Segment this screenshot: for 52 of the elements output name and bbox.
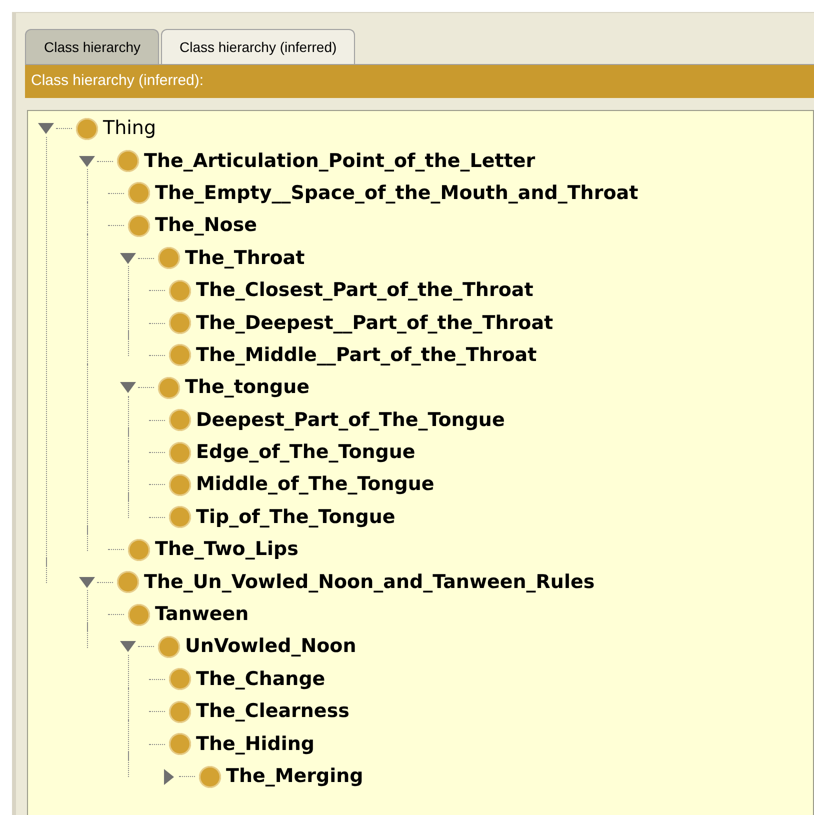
tab[interactable]: Class hierarchy (inferred) — [161, 29, 355, 64]
class-icon — [117, 150, 139, 172]
tree-item[interactable]: Edge_of_The_Tongue — [196, 443, 416, 462]
tree-item[interactable]: The_tongue — [185, 378, 310, 398]
tree-item[interactable]: The_Hiding — [196, 734, 315, 754]
caret-icon[interactable] — [120, 641, 136, 652]
class-icon — [128, 182, 150, 204]
class-icon — [158, 636, 180, 658]
tree-item[interactable]: Middle_of_The_Tongue — [196, 475, 434, 494]
caret-icon[interactable] — [38, 123, 54, 134]
tree-item[interactable]: The_Change — [196, 670, 326, 689]
class-icon — [169, 312, 191, 334]
class-icon — [117, 571, 139, 594]
caret-icon[interactable] — [164, 768, 174, 784]
tree-item[interactable]: Deepest_Part_of_The_Tongue — [196, 410, 505, 430]
tree-item[interactable]: The_Nose — [155, 216, 258, 236]
caret-icon[interactable] — [120, 252, 136, 264]
panel-title-bar: Class hierarchy (inferred): — [25, 64, 814, 98]
tree-item[interactable]: The_Clearness — [196, 702, 350, 722]
tree-item[interactable]: UnVowled_Noon — [185, 637, 356, 656]
class-icon — [128, 538, 150, 561]
tree-item[interactable]: The_Deepest__Part_of_the_Throat — [196, 314, 554, 333]
class-icon — [169, 506, 191, 528]
tab[interactable]: Class hierarchy — [25, 29, 160, 64]
class-icon — [169, 344, 191, 366]
class-icon — [169, 474, 191, 496]
caret-icon[interactable] — [79, 156, 95, 167]
tree-item[interactable]: The_Un_Vowled_Noon_and_Tanween_Rules — [144, 572, 595, 592]
tree-item[interactable]: The_Closest_Part_of_the_Throat — [196, 281, 534, 300]
class-icon — [158, 376, 180, 399]
class-icon — [76, 118, 98, 140]
class-icon — [169, 733, 191, 756]
tree-item[interactable]: The_Empty__Space_of_the_Mouth_and_Throat — [155, 184, 638, 203]
class-icon — [199, 766, 221, 788]
tree-item[interactable]: Thing — [103, 119, 156, 138]
caret-icon[interactable] — [120, 382, 136, 394]
class-icon — [128, 604, 150, 626]
tree-item[interactable]: The_Merging — [226, 767, 364, 786]
tree-item[interactable]: Tip_of_The_Tongue — [196, 508, 396, 527]
class-icon — [169, 668, 191, 690]
tree-item[interactable]: The_Middle__Part_of_the_Throat — [196, 346, 537, 365]
class-icon — [128, 214, 150, 237]
class-icon — [169, 442, 191, 464]
tree-item[interactable]: Tanween — [155, 605, 249, 624]
tree-item[interactable]: The_Two_Lips — [155, 540, 298, 560]
caret-icon[interactable] — [79, 576, 95, 588]
tree-item[interactable]: The_Throat — [185, 248, 305, 268]
class-icon — [169, 280, 191, 302]
class-icon — [158, 247, 180, 270]
tree-item[interactable]: The_Articulation_Point_of_the_Letter — [144, 152, 536, 171]
class-icon — [169, 409, 191, 432]
class-icon — [169, 700, 191, 723]
